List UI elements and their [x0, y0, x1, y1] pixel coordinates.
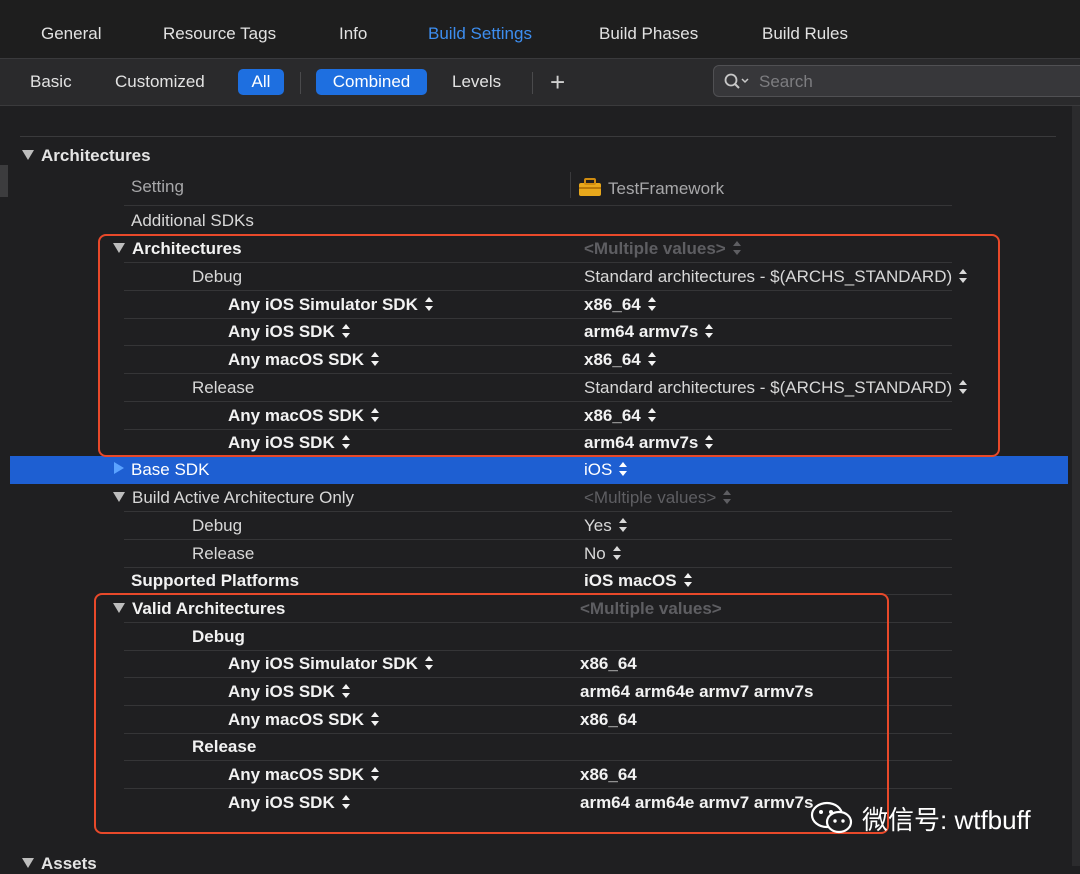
target-name: TestFramework	[608, 179, 725, 198]
toolbox-icon	[579, 178, 601, 196]
tab-resource-tags[interactable]: Resource Tags	[163, 24, 276, 44]
section-assets[interactable]: Assets	[22, 854, 97, 874]
column-divider	[570, 172, 571, 198]
stepper-icon[interactable]	[723, 490, 732, 504]
column-header-target: TestFramework	[578, 177, 724, 199]
stepper-icon[interactable]	[618, 518, 628, 532]
filter-all[interactable]: All	[238, 69, 284, 95]
setting-value: No	[584, 544, 622, 564]
setting-value: iOS macOS	[584, 571, 693, 591]
search-icon	[724, 73, 749, 89]
setting-value: Yes	[584, 516, 628, 536]
divider	[532, 72, 533, 94]
column-header-setting: Setting	[131, 177, 184, 196]
filter-levels[interactable]: Levels	[452, 72, 501, 92]
tab-info[interactable]: Info	[339, 24, 367, 44]
watermark: 微信号: wtfbuff	[810, 800, 1031, 837]
gutter-marker	[0, 165, 8, 197]
setting-row-baao-release[interactable]: Release No	[0, 540, 1080, 568]
divider	[20, 136, 1056, 137]
disclosure-triangle-icon[interactable]	[113, 492, 125, 502]
setting-label: Debug	[192, 516, 243, 535]
setting-row-additional-sdks[interactable]: Additional SDKs	[0, 207, 1080, 235]
setting-value: iOS	[584, 460, 628, 480]
setting-row-build-active-arch-only[interactable]: Build Active Architecture Only <Multiple…	[0, 484, 1080, 512]
filter-customized[interactable]: Customized	[115, 72, 205, 92]
stepper-icon[interactable]	[683, 573, 693, 587]
setting-label: Build Active Architecture Only	[113, 488, 354, 508]
divider	[300, 72, 301, 94]
section-architectures[interactable]: Architectures	[22, 146, 151, 166]
setting-row-base-sdk[interactable]: Base SDK iOS	[10, 456, 1068, 484]
tab-build-settings[interactable]: Build Settings	[428, 24, 532, 44]
watermark-text: 微信号: wtfbuff	[862, 805, 1031, 835]
setting-label: Release	[192, 544, 255, 563]
setting-row-baao-debug[interactable]: Debug Yes	[0, 512, 1080, 540]
add-setting-button[interactable]: +	[550, 67, 565, 97]
filter-basic[interactable]: Basic	[30, 72, 72, 92]
disclosure-triangle-icon[interactable]	[114, 462, 124, 474]
editor-tab-bar: General Resource Tags Info Build Setting…	[0, 0, 1080, 59]
highlight-box-architectures	[98, 234, 1000, 457]
setting-label: Additional SDKs	[131, 211, 254, 230]
setting-value: <Multiple values>	[584, 488, 732, 508]
highlight-box-valid-architectures	[94, 593, 889, 834]
section-title: Assets	[41, 854, 97, 873]
tab-build-phases[interactable]: Build Phases	[599, 24, 698, 44]
stepper-icon[interactable]	[619, 462, 628, 476]
tab-build-rules[interactable]: Build Rules	[762, 24, 848, 44]
search-input[interactable]: Search	[713, 65, 1080, 97]
disclosure-triangle-icon[interactable]	[22, 858, 34, 868]
divider	[124, 205, 952, 206]
wechat-icon	[810, 801, 853, 834]
filter-bar: Basic Customized All Combined Levels + S…	[0, 59, 1080, 106]
setting-label: Supported Platforms	[131, 571, 300, 590]
filter-combined[interactable]: Combined	[316, 69, 427, 95]
search-placeholder: Search	[759, 72, 813, 91]
setting-label: Base SDK	[114, 460, 209, 480]
section-title: Architectures	[41, 146, 151, 165]
disclosure-triangle-icon[interactable]	[22, 150, 34, 160]
stepper-icon[interactable]	[612, 546, 622, 560]
tab-general[interactable]: General	[41, 24, 101, 44]
setting-row-supported-platforms[interactable]: Supported Platforms iOS macOS	[0, 567, 1080, 595]
